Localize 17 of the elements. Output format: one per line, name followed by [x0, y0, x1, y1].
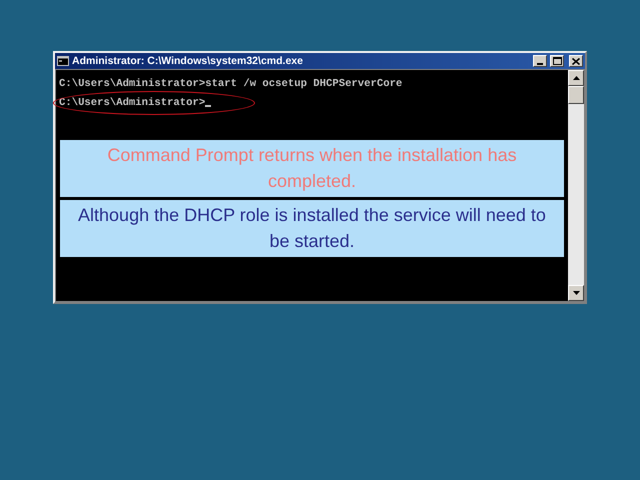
scroll-thumb[interactable] — [568, 86, 584, 104]
maximize-button[interactable] — [550, 55, 564, 67]
callout-note: Although the DHCP role is installed the service will need to be started. — [60, 200, 564, 257]
window-title: Administrator: C:\Windows\system32\cmd.exe — [72, 55, 304, 67]
close-button[interactable] — [569, 55, 583, 67]
up-arrow-icon — [572, 76, 580, 80]
console-line: C:\Users\Administrator>start /w ocsetup DHCPServerCore — [59, 79, 402, 89]
console-icon — [57, 56, 69, 66]
scroll-down-button[interactable] — [568, 285, 584, 301]
scrollbar[interactable] — [568, 70, 584, 301]
minimize-button[interactable] — [533, 55, 547, 67]
scroll-up-button[interactable] — [568, 70, 584, 86]
console-line: C:\Users\Administrator> — [59, 98, 206, 108]
close-icon — [572, 58, 580, 64]
maximize-icon — [552, 57, 562, 65]
callout-note: Command Prompt returns when the installation has completed. — [60, 140, 564, 197]
down-arrow-icon — [572, 291, 580, 295]
